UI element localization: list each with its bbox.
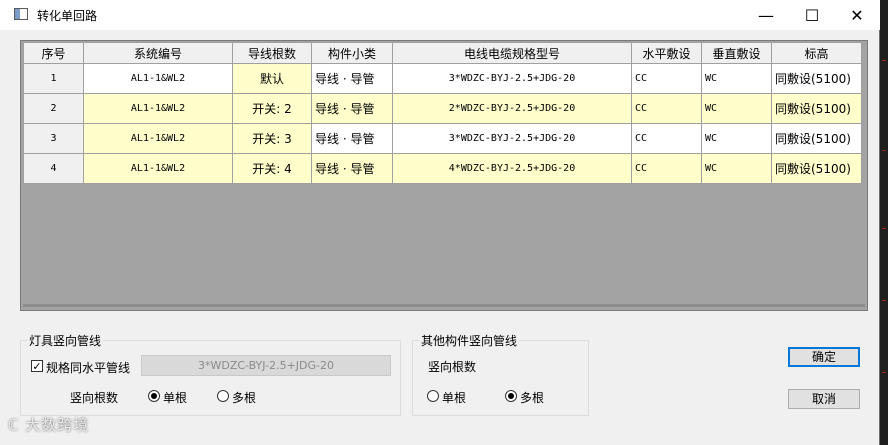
- header-vertical[interactable]: 垂直敷设: [701, 42, 772, 64]
- dialog-window: 转化单回路 — ☐ ✕ 序号 系统编号 导线根数 构件小类 电线电缆规格型号 水…: [0, 0, 880, 445]
- cell-elevation[interactable]: 同敷设(5100): [771, 123, 862, 154]
- table-row[interactable]: 3 AL1-1&WL2 开关: 3 导线 · 导管 3*WDZC-BYJ-2.5…: [23, 123, 862, 154]
- cell-spec[interactable]: 4*WDZC-BYJ-2.5+JDG-20: [392, 153, 632, 184]
- cell-system[interactable]: AL1-1&WL2: [83, 93, 233, 124]
- cell-horizontal[interactable]: CC: [631, 123, 702, 154]
- cell-vertical[interactable]: WC: [701, 153, 772, 184]
- cell-vertical[interactable]: WC: [701, 63, 772, 94]
- cell-spec[interactable]: 3*WDZC-BYJ-2.5+JDG-20: [392, 63, 632, 94]
- table-header-row: 序号 系统编号 导线根数 构件小类 电线电缆规格型号 水平敷设 垂直敷设 标高: [23, 42, 862, 64]
- table-row[interactable]: 2 AL1-1&WL2 开关: 2 导线 · 导管 2*WDZC-BYJ-2.5…: [23, 93, 862, 124]
- cell-system[interactable]: AL1-1&WL2: [83, 123, 233, 154]
- cell-type[interactable]: 导线 · 导管: [311, 63, 393, 94]
- cell-wires[interactable]: 默认: [232, 63, 312, 94]
- cell-type[interactable]: 导线 · 导管: [311, 93, 393, 124]
- other-multi-label[interactable]: 多根: [520, 389, 544, 406]
- spec-input[interactable]: 3*WDZC-BYJ-2.5+JDG-20: [141, 355, 391, 376]
- header-horizontal[interactable]: 水平敷设: [631, 42, 702, 64]
- watermark-logo-icon: ℂ: [8, 416, 26, 434]
- cell-horizontal[interactable]: CC: [631, 153, 702, 184]
- app-icon: [14, 8, 28, 20]
- header-system[interactable]: 系统编号: [83, 42, 233, 64]
- cell-no[interactable]: 2: [23, 93, 84, 124]
- cell-system[interactable]: AL1-1&WL2: [83, 153, 233, 184]
- cell-wires[interactable]: 开关: 4: [232, 153, 312, 184]
- table-row[interactable]: 4 AL1-1&WL2 开关: 4 导线 · 导管 4*WDZC-BYJ-2.5…: [23, 153, 862, 184]
- other-single-label[interactable]: 单根: [442, 389, 466, 406]
- cell-no[interactable]: 4: [23, 153, 84, 184]
- same-spec-checkbox[interactable]: ✓: [31, 360, 43, 372]
- cell-type[interactable]: 导线 · 导管: [311, 123, 393, 154]
- lamp-group-legend: 灯具竖向管线: [27, 332, 104, 349]
- watermark: ℂ 大数跨境: [8, 414, 89, 435]
- circuit-grid[interactable]: 序号 系统编号 导线根数 构件小类 电线电缆规格型号 水平敷设 垂直敷设 标高 …: [20, 40, 868, 311]
- lamp-multi-label[interactable]: 多根: [232, 389, 256, 406]
- other-single-radio[interactable]: [427, 390, 439, 402]
- window-title: 转化单回路: [37, 9, 98, 23]
- header-spec[interactable]: 电线电缆规格型号: [392, 42, 632, 64]
- header-type[interactable]: 构件小类: [311, 42, 393, 64]
- cell-vertical[interactable]: WC: [701, 123, 772, 154]
- cell-elevation[interactable]: 同敷设(5100): [771, 153, 862, 184]
- ok-button[interactable]: 确定: [788, 347, 860, 367]
- cell-spec[interactable]: 3*WDZC-BYJ-2.5+JDG-20: [392, 123, 632, 154]
- other-multi-radio[interactable]: [505, 390, 517, 402]
- header-no[interactable]: 序号: [23, 42, 84, 64]
- cell-wires[interactable]: 开关: 3: [232, 123, 312, 154]
- minimize-button[interactable]: —: [743, 0, 789, 30]
- close-button[interactable]: ✕: [834, 0, 880, 30]
- cell-no[interactable]: 1: [23, 63, 84, 94]
- lamp-count-label: 竖向根数: [70, 391, 119, 405]
- header-wires[interactable]: 导线根数: [232, 42, 312, 64]
- cell-horizontal[interactable]: CC: [631, 63, 702, 94]
- cell-system[interactable]: AL1-1&WL2: [83, 63, 233, 94]
- table-row[interactable]: 1 AL1-1&WL2 默认 导线 · 导管 3*WDZC-BYJ-2.5+JD…: [23, 63, 862, 94]
- header-elevation[interactable]: 标高: [771, 42, 862, 64]
- other-count-label: 竖向根数: [428, 360, 477, 374]
- cell-wires[interactable]: 开关: 2: [232, 93, 312, 124]
- title-bar[interactable]: 转化单回路 — ☐ ✕: [0, 0, 880, 30]
- cad-background-strip: [880, 0, 888, 445]
- cell-spec[interactable]: 2*WDZC-BYJ-2.5+JDG-20: [392, 93, 632, 124]
- cell-no[interactable]: 3: [23, 123, 84, 154]
- cell-horizontal[interactable]: CC: [631, 93, 702, 124]
- watermark-text: 大数跨境: [25, 416, 90, 434]
- other-vertical-group: 其他构件竖向管线: [412, 332, 589, 416]
- same-spec-label[interactable]: 规格同水平管线: [46, 359, 130, 376]
- lamp-single-radio[interactable]: [148, 390, 160, 402]
- cell-vertical[interactable]: WC: [701, 93, 772, 124]
- cell-type[interactable]: 导线 · 导管: [311, 153, 393, 184]
- other-group-legend: 其他构件竖向管线: [419, 332, 520, 349]
- maximize-button[interactable]: ☐: [789, 0, 835, 30]
- lamp-single-label[interactable]: 单根: [163, 389, 187, 406]
- cancel-button[interactable]: 取消: [788, 389, 860, 409]
- cell-elevation[interactable]: 同敷设(5100): [771, 93, 862, 124]
- lamp-multi-radio[interactable]: [217, 390, 229, 402]
- cell-elevation[interactable]: 同敷设(5100): [771, 63, 862, 94]
- circuit-table: 序号 系统编号 导线根数 构件小类 电线电缆规格型号 水平敷设 垂直敷设 标高 …: [23, 42, 862, 184]
